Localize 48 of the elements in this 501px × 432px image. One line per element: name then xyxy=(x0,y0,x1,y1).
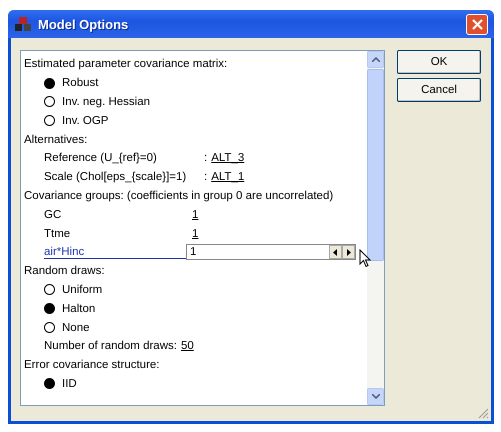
radio-button[interactable] xyxy=(44,78,55,89)
section-heading: Error covariance structure: xyxy=(24,359,160,372)
radio-label: Uniform xyxy=(62,284,102,296)
caret-right-icon xyxy=(346,248,351,256)
scroll-up-icon[interactable] xyxy=(367,51,384,68)
right-spin-button[interactable] xyxy=(342,245,355,260)
close-button[interactable] xyxy=(466,14,488,34)
window-title: Model Options xyxy=(38,16,130,32)
radio-button[interactable] xyxy=(44,303,55,314)
option-label: Ttme xyxy=(44,228,72,240)
separator: : xyxy=(204,171,208,184)
separator: : xyxy=(204,152,208,164)
option-label: air*Hinc xyxy=(44,246,186,259)
caret-left-icon xyxy=(333,248,338,256)
radio-label: Robust xyxy=(62,77,98,90)
scrollbar[interactable] xyxy=(367,51,384,405)
dialog-button[interactable]: OK xyxy=(397,50,481,74)
option-label: Scale (Chol[eps_{scale}]=1) xyxy=(44,171,188,184)
radio-button[interactable] xyxy=(44,115,55,126)
option-label: Number of random draws: xyxy=(44,340,177,352)
radio-label: IID xyxy=(62,378,77,390)
option-label: GC xyxy=(44,208,62,221)
option-value[interactable]: 1 xyxy=(188,228,202,240)
scroll-thumb[interactable] xyxy=(367,69,384,261)
section-heading: Covariance groups: (coefficients in group 0 are uncorrelated) xyxy=(24,190,334,202)
radio-label: Inv. OGP xyxy=(62,114,108,127)
section-heading: Alternatives: xyxy=(24,134,88,146)
option-value[interactable]: 50 xyxy=(176,340,198,352)
radio-label: None xyxy=(62,322,90,334)
radio-label: Inv. neg. Hessian xyxy=(62,96,150,108)
left-spin-button[interactable] xyxy=(329,245,342,260)
radio-label: Halton xyxy=(62,302,96,315)
option-value[interactable]: ALT_3 xyxy=(207,152,248,164)
option-value[interactable]: ALT_1 xyxy=(207,171,248,184)
cubes-icon xyxy=(14,16,32,32)
radio-button[interactable] xyxy=(44,378,55,390)
mouse-pointer-icon xyxy=(359,249,371,268)
radio-button[interactable] xyxy=(44,322,55,334)
option-value[interactable]: 1 xyxy=(188,208,202,221)
section-heading: Estimated parameter covariance matrix: xyxy=(24,58,228,70)
resize-grip-icon xyxy=(478,408,489,419)
section-heading: Random draws: xyxy=(24,265,105,278)
dialog-button[interactable]: Cancel xyxy=(397,78,481,102)
radio-button[interactable] xyxy=(44,284,55,296)
close-icon xyxy=(472,18,482,30)
radio-button[interactable] xyxy=(44,96,55,108)
scroll-down-icon[interactable] xyxy=(367,388,384,405)
option-label: Reference (U_{ref}=0) xyxy=(44,152,158,164)
